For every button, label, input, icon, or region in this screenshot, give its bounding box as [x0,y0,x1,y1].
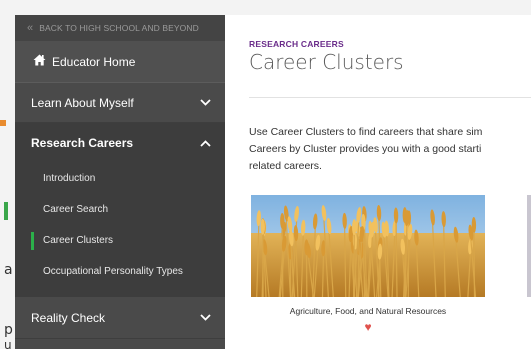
sidebar-item-introduction[interactable]: Introduction [15,163,225,194]
sidebar-section-label: Research Careers [31,136,134,150]
double-chevron-left-icon: « [27,22,34,34]
sidebar-section-research-careers[interactable]: Research Careers [15,123,225,163]
home-icon [33,54,46,69]
page-title: Career Clusters [249,50,404,74]
divider [249,97,531,98]
chevron-down-icon [200,99,211,106]
background-fragment [0,120,6,126]
chevron-down-icon [200,314,211,321]
background-fragment: u [4,338,12,349]
background-fragment [4,202,8,220]
intro-line: Careers by Cluster provides you with a g… [249,143,482,155]
wheat-field-image [251,195,485,297]
intro-text: Use Career Clusters to find careers that… [249,124,531,175]
section-label: RESEARCH CAREERS [249,39,344,49]
background-fragment: a [4,262,13,278]
sidebar-section-label: Learn About Myself [31,95,134,110]
sidebar-item-career-search[interactable]: Career Search [15,194,225,225]
sidebar: « BACK TO HIGH SCHOOL AND BEYOND Educato… [15,15,225,349]
research-careers-subnav: Introduction Career Search Career Cluste… [15,163,225,297]
heart-icon[interactable]: ♥ [251,321,485,333]
sidebar-section-learn-about-myself[interactable]: Learn About Myself [15,83,225,123]
intro-line: related careers. [249,160,322,172]
sidebar-item-career-clusters[interactable]: Career Clusters [15,225,225,256]
next-card-edge [527,195,531,297]
main-content: RESEARCH CAREERS Career Clusters Use Car… [225,15,531,349]
sidebar-section-reality-check[interactable]: Reality Check [15,297,225,339]
career-cluster-card[interactable]: Agriculture, Food, and Natural Resources… [251,195,485,333]
background-fragment: p [4,322,13,338]
sidebar-item-occupational-personality-types[interactable]: Occupational Personality Types [15,256,225,287]
back-link[interactable]: « BACK TO HIGH SCHOOL AND BEYOND [15,15,225,41]
educator-home-label: Educator Home [52,54,136,69]
sidebar-section-label: Reality Check [31,310,106,325]
card-caption: Agriculture, Food, and Natural Resources [289,306,447,316]
back-link-label: BACK TO HIGH SCHOOL AND BEYOND [39,23,199,33]
intro-line: Use Career Clusters to find careers that… [249,126,483,138]
educator-home-link[interactable]: Educator Home [15,41,225,83]
chevron-up-icon [200,139,211,147]
